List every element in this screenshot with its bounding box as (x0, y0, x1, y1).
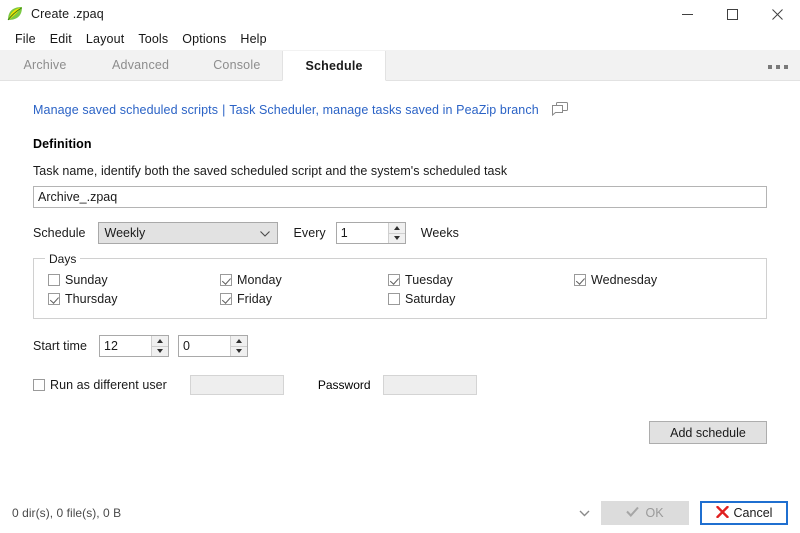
cancel-button-label: Cancel (734, 506, 773, 520)
checkbox-wednesday[interactable]: Wednesday (574, 273, 752, 287)
peazip-leaf-icon (7, 6, 23, 22)
hours-stepper-buttons[interactable] (151, 336, 168, 356)
status-text: 0 dir(s), 0 file(s), 0 B (12, 506, 121, 520)
minutes-increment-button[interactable] (231, 336, 247, 347)
checkbox-run-as-label: Run as different user (50, 378, 167, 392)
checkbox-wednesday-label: Wednesday (591, 273, 657, 287)
checkbox-tuesday-label: Tuesday (405, 273, 453, 287)
checkbox-sunday[interactable]: Sunday (48, 273, 220, 287)
start-time-label: Start time (33, 339, 87, 353)
checkbox-sunday-label: Sunday (65, 273, 108, 287)
checkbox-thursday-box (48, 293, 60, 305)
schedule-panel: Manage saved scheduled scripts | Task Sc… (0, 81, 800, 493)
ok-button-label: OK (645, 506, 663, 520)
close-icon[interactable] (755, 0, 800, 28)
definition-heading: Definition (33, 137, 767, 151)
status-bar: 0 dir(s), 0 file(s), 0 B OK Cancel (0, 493, 800, 533)
checkbox-wednesday-box (574, 274, 586, 286)
chevron-down-icon[interactable] (579, 510, 590, 517)
checkbox-saturday[interactable]: Saturday (388, 292, 574, 306)
checkbox-friday[interactable]: Friday (220, 292, 388, 306)
password-label: Password (318, 378, 371, 392)
checkbox-monday[interactable]: Monday (220, 273, 388, 287)
title-bar: Create .zpaq (0, 0, 800, 28)
menu-item-file[interactable]: File (8, 30, 43, 48)
days-group-legend: Days (45, 252, 80, 266)
more-options-icon[interactable] (768, 65, 788, 69)
every-increment-button[interactable] (389, 223, 405, 234)
checkbox-tuesday[interactable]: Tuesday (388, 273, 574, 287)
links-row: Manage saved scheduled scripts | Task Sc… (33, 102, 767, 117)
link-separator: | (222, 103, 225, 117)
dialog-actions: OK Cancel (579, 501, 788, 525)
checkbox-thursday[interactable]: Thursday (48, 292, 220, 306)
menu-item-edit[interactable]: Edit (43, 30, 79, 48)
tab-schedule[interactable]: Schedule (282, 51, 385, 81)
tab-bar: Archive Advanced Console Schedule (0, 50, 800, 81)
checkbox-run-as-box (33, 379, 45, 391)
tab-console[interactable]: Console (191, 50, 282, 80)
every-decrement-button[interactable] (389, 234, 405, 244)
checkbox-saturday-label: Saturday (405, 292, 455, 306)
checkbox-saturday-box (388, 293, 400, 305)
minimize-icon[interactable] (665, 0, 710, 28)
manage-saved-scripts-link[interactable]: Manage saved scheduled scripts (33, 103, 218, 117)
start-time-hours-stepper[interactable]: 12 (99, 335, 169, 357)
tab-advanced[interactable]: Advanced (90, 50, 191, 80)
check-icon (626, 506, 639, 520)
minutes-decrement-button[interactable] (231, 347, 247, 357)
checkbox-monday-label: Monday (237, 273, 282, 287)
window-controls (665, 0, 800, 28)
checkbox-friday-label: Friday (237, 292, 272, 306)
menu-item-help[interactable]: Help (233, 30, 273, 48)
add-schedule-button[interactable]: Add schedule (649, 421, 767, 444)
tab-archive[interactable]: Archive (0, 50, 90, 80)
start-time-row: Start time 12 0 (33, 335, 767, 357)
username-input[interactable] (190, 375, 284, 395)
schedule-frequency-select[interactable]: Weekly (98, 222, 278, 244)
menu-item-options[interactable]: Options (175, 30, 233, 48)
every-label: Every (294, 226, 326, 240)
checkbox-friday-box (220, 293, 232, 305)
password-input[interactable] (383, 375, 477, 395)
chevron-down-icon (260, 226, 270, 240)
red-x-icon (716, 506, 729, 521)
menu-bar: File Edit Layout Tools Options Help (0, 28, 800, 50)
hours-increment-button[interactable] (152, 336, 168, 347)
add-schedule-row: Add schedule (33, 421, 767, 444)
every-value-stepper[interactable]: 1 (336, 222, 406, 244)
schedule-frequency-value: Weekly (105, 226, 146, 240)
task-scheduler-link[interactable]: Task Scheduler, manage tasks saved in Pe… (229, 103, 538, 117)
cancel-button[interactable]: Cancel (700, 501, 788, 525)
checkbox-sunday-box (48, 274, 60, 286)
hours-decrement-button[interactable] (152, 347, 168, 357)
start-time-minutes-stepper[interactable]: 0 (178, 335, 248, 357)
checkbox-thursday-label: Thursday (65, 292, 118, 306)
checkbox-tuesday-box (388, 274, 400, 286)
start-time-hours-value: 12 (100, 336, 151, 356)
weeks-unit-label: Weeks (421, 226, 459, 240)
checkbox-run-as-different-user[interactable]: Run as different user (33, 378, 167, 392)
ok-button[interactable]: OK (601, 501, 689, 525)
checkbox-monday-box (220, 274, 232, 286)
minutes-stepper-buttons[interactable] (230, 336, 247, 356)
start-time-minutes-value: 0 (179, 336, 230, 356)
schedule-row: Schedule Weekly Every 1 Weeks (33, 222, 767, 244)
days-group: Days Sunday Monday Tuesday Wednesday Thu… (33, 258, 767, 319)
copy-windows-icon[interactable] (552, 102, 568, 117)
days-checkbox-grid: Sunday Monday Tuesday Wednesday Thursday… (48, 273, 752, 306)
maximize-icon[interactable] (710, 0, 755, 28)
task-name-input[interactable] (33, 186, 767, 208)
every-stepper-buttons[interactable] (388, 223, 405, 243)
task-name-label: Task name, identify both the saved sched… (33, 164, 767, 178)
menu-item-tools[interactable]: Tools (131, 30, 175, 48)
run-as-different-user-row: Run as different user Password (33, 375, 767, 395)
every-value: 1 (337, 223, 388, 243)
menu-item-layout[interactable]: Layout (79, 30, 131, 48)
window-title: Create .zpaq (31, 7, 104, 21)
schedule-label: Schedule (33, 226, 86, 240)
